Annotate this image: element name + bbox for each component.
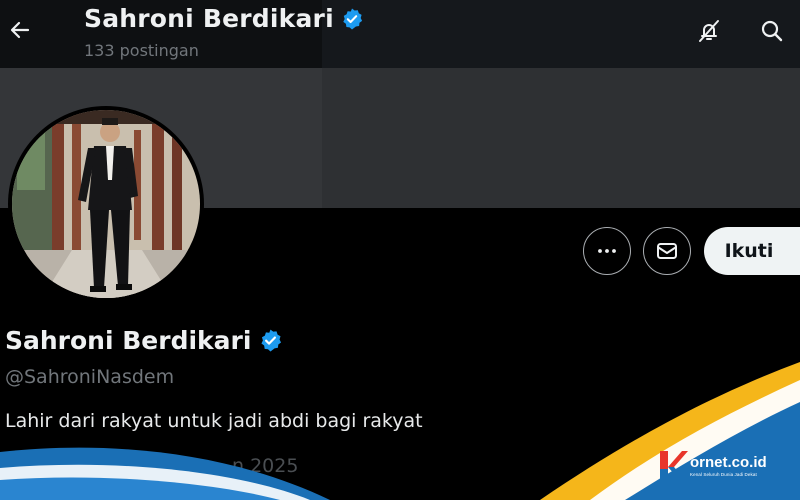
follow-button[interactable]: Ikuti: [704, 227, 800, 275]
back-button[interactable]: [4, 14, 36, 46]
brand-tagline: Kenal Seluruh Dunia Jadi Dekat: [690, 472, 757, 477]
message-button[interactable]: [643, 227, 691, 275]
search-icon: [761, 20, 783, 42]
display-name: Sahroni Berdikari: [5, 326, 252, 355]
brand-logo: ornet.co.id Kenal Seluruh Dunia Jadi Dek…: [658, 449, 767, 485]
joined-date: n 2025: [232, 455, 299, 477]
verified-badge-icon[interactable]: [258, 328, 283, 353]
more-button[interactable]: [583, 227, 631, 275]
profile-handle: @SahroniNasdem: [5, 366, 175, 388]
mail-icon: [657, 243, 677, 259]
post-count: 133 postingan: [84, 41, 199, 60]
header-title-row: Sahroni Berdikari: [84, 4, 364, 33]
avatar[interactable]: [8, 106, 204, 302]
avatar-photo: [12, 110, 200, 298]
notifications-off-icon: [699, 20, 719, 42]
profile-header: Sahroni Berdikari 133 postingan: [0, 0, 800, 68]
brand-k-icon: [660, 451, 688, 483]
profile-bio: Lahir dari rakyat untuk jadi abdi bagi r…: [5, 410, 423, 432]
more-icon: [598, 249, 616, 253]
search-button[interactable]: [755, 14, 789, 48]
banner-shade: [322, 68, 800, 208]
brand-text: ornet.co.id Kenal Seluruh Dunia Jadi Dek…: [690, 455, 767, 477]
notifications-off-button[interactable]: [692, 14, 726, 48]
profile-name-row: Sahroni Berdikari: [5, 326, 283, 355]
verified-badge-icon: [340, 7, 364, 31]
header-title: Sahroni Berdikari: [84, 4, 334, 33]
blue-wave-inner: [0, 477, 280, 500]
arrow-left-icon: [10, 21, 30, 39]
brand-name: ornet.co.id: [690, 454, 767, 471]
